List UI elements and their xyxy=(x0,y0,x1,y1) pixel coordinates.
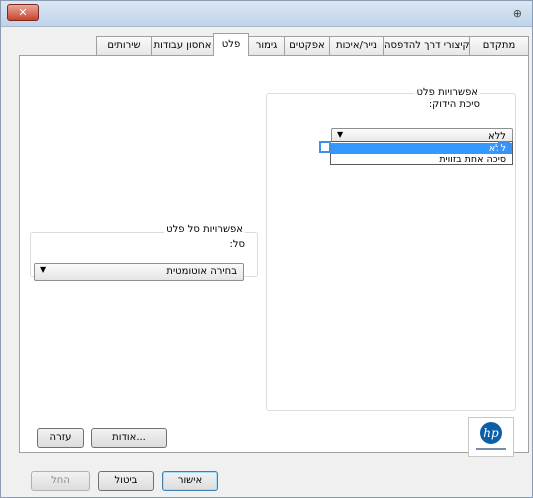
chevron-down-icon: ▼ xyxy=(337,130,344,139)
bin-value: בחירה אוטומטית xyxy=(166,266,237,277)
bin-combobox[interactable]: בחירה אוטומטית ▼ xyxy=(34,263,244,281)
tab-services[interactable]: שירותים xyxy=(96,36,152,55)
tab-output[interactable]: פלט xyxy=(213,33,249,56)
selection-focus-marker-left xyxy=(319,141,331,153)
tab-paper-quality[interactable]: נייר/איכות xyxy=(329,36,384,55)
bin-options-title: אפשרויות סל פלט xyxy=(164,224,245,235)
tab-printing-shortcuts[interactable]: קיצורי דרך להדפסה xyxy=(383,36,470,55)
tab-job-storage[interactable]: אחסון עבודות xyxy=(151,36,214,55)
help-button[interactable]: עזרה xyxy=(37,428,84,448)
close-button[interactable]: ✕ xyxy=(7,4,39,21)
svg-text:hp: hp xyxy=(483,426,499,440)
cancel-button[interactable]: ביטול xyxy=(98,471,154,491)
about-button[interactable]: אודות... xyxy=(91,428,167,448)
close-icon: ✕ xyxy=(18,6,28,19)
tab-advanced[interactable]: מתקדם xyxy=(469,36,529,55)
selection-focus-marker-right xyxy=(498,141,510,153)
staple-dropdown-list: ללא סיכה אחת בזווית xyxy=(330,141,513,165)
title-bar: ✕ ⊕ xyxy=(1,1,532,27)
tab-effects[interactable]: אפקטים xyxy=(284,36,330,55)
bin-label: סל: xyxy=(229,239,245,250)
hp-logo: hp xyxy=(468,417,514,457)
staple-option-none[interactable]: ללא xyxy=(331,143,512,154)
help-icon[interactable]: ⊕ xyxy=(513,7,522,20)
ok-button[interactable]: אישור xyxy=(162,471,218,491)
chevron-down-icon: ▼ xyxy=(40,265,47,274)
apply-button[interactable]: החל xyxy=(31,471,90,491)
staple-option-one-angled[interactable]: סיכה אחת בזווית xyxy=(331,154,512,165)
output-options-title: אפשרויות פלט xyxy=(414,87,480,98)
printer-properties-dialog: ✕ ⊕ מתקדם קיצורי דרך להדפסה נייר/איכות א… xyxy=(0,0,533,498)
tab-finishing[interactable]: גימור xyxy=(248,36,285,55)
staple-label: סיכת הידוק: xyxy=(428,99,480,110)
